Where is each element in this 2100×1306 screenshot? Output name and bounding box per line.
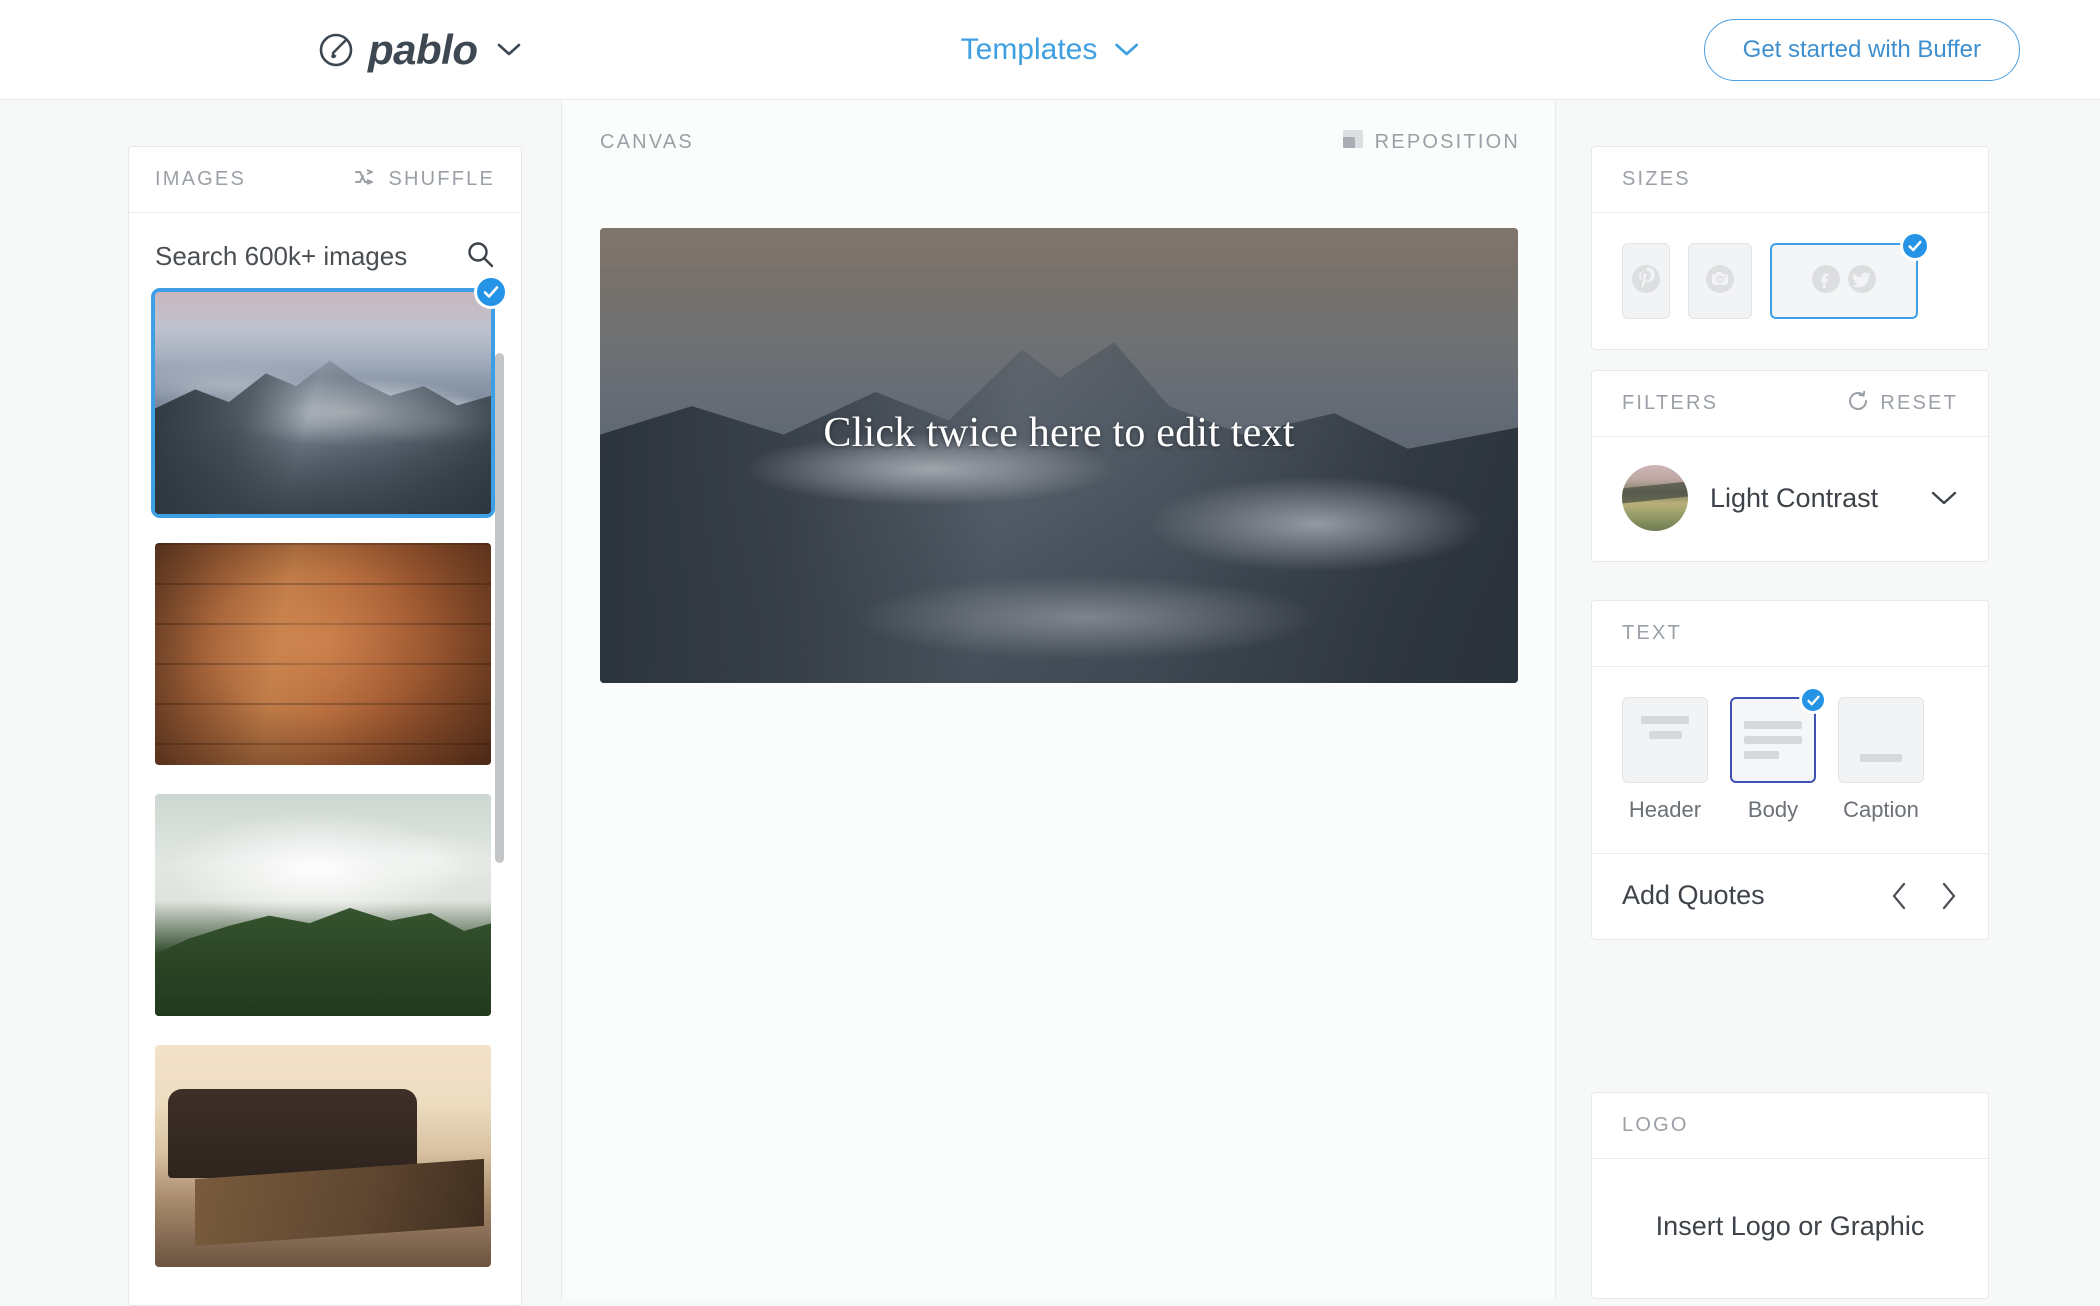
sizes-panel-body: [1592, 213, 1988, 349]
search-icon[interactable]: [465, 239, 495, 274]
preview-bar: [1744, 751, 1779, 759]
text-option-label: Body: [1747, 797, 1799, 822]
templates-chevron-down-icon: [1113, 42, 1139, 57]
shuffle-icon: [354, 167, 378, 193]
canvas-panel-header: CANVAS REPOSITION: [600, 122, 1520, 162]
sizes-panel: SIZES: [1591, 146, 1989, 350]
thumbnail-art: [155, 1045, 491, 1267]
reposition-icon: [1341, 127, 1365, 157]
size-options: [1622, 231, 1958, 319]
reset-circular-arrow-icon: [1846, 389, 1870, 419]
text-panel-body: Header Body Caption: [1592, 667, 1988, 853]
image-thumbnail-list: [129, 275, 521, 1267]
canvas-stage[interactable]: Click twice here to edit text: [600, 228, 1518, 683]
quotes-navigation: [1890, 881, 1958, 911]
filter-preview-thumbnail: [1622, 465, 1688, 531]
text-style-tile-caption[interactable]: [1838, 697, 1924, 783]
text-panel-title: TEXT: [1622, 622, 1682, 644]
pablo-circle-brush-icon: [318, 32, 354, 68]
logo-panel-header: LOGO: [1592, 1093, 1988, 1159]
images-panel: IMAGES SHUFFLE: [128, 146, 522, 1306]
preview-bar: [1641, 716, 1689, 724]
size-option-facebook-twitter[interactable]: [1770, 231, 1930, 319]
images-column: IMAGES SHUFFLE: [0, 100, 562, 1306]
add-quotes-label[interactable]: Add Quotes: [1622, 880, 1765, 911]
chevron-right-icon[interactable]: [1940, 881, 1958, 911]
workspace: IMAGES SHUFFLE Search 600k+ images CANVA…: [0, 100, 2100, 1306]
brand-logo[interactable]: pablo: [318, 26, 522, 74]
filter-name: Light Contrast: [1710, 482, 1879, 513]
text-option-label: Caption: [1843, 797, 1919, 822]
insert-logo-button[interactable]: Insert Logo or Graphic: [1656, 1211, 1925, 1241]
text-option-header: Header: [1622, 697, 1708, 823]
text-style-tile-body[interactable]: [1730, 686, 1827, 783]
sizes-panel-header: SIZES: [1592, 147, 1988, 213]
image-thumbnail-living-room-sofa-table[interactable]: [155, 1045, 491, 1267]
pinterest-icon: [1629, 262, 1663, 301]
chevron-left-icon[interactable]: [1890, 881, 1908, 911]
thumbnail-art: [155, 794, 491, 1016]
thumbnail-art: [155, 543, 491, 765]
preview-bar: [1860, 754, 1902, 762]
canvas-column: CANVAS REPOSITION Click twice here to ed…: [563, 100, 1556, 1300]
filters-panel-title: FILTERS: [1622, 392, 1719, 414]
size-option-instagram[interactable]: [1688, 243, 1752, 319]
selected-check-icon: [1900, 231, 1930, 261]
add-quotes-row: Add Quotes: [1592, 853, 1988, 939]
images-panel-header: IMAGES SHUFFLE: [129, 147, 521, 213]
filters-panel: FILTERS RESET Light Contrast: [1591, 370, 1989, 562]
images-scrollbar-track[interactable]: [495, 147, 513, 1305]
controls-column: SIZES FILTERS RESET Light Contrast TEXT …: [1557, 100, 2100, 1300]
get-started-with-buffer-button[interactable]: Get started with Buffer: [1703, 18, 2020, 81]
templates-label: Templates: [960, 32, 1098, 66]
filter-selector[interactable]: Light Contrast: [1622, 461, 1958, 531]
text-option-body: Body: [1730, 686, 1827, 823]
logo-panel-title: LOGO: [1622, 1114, 1689, 1136]
logo-panel: LOGO Insert Logo or Graphic: [1591, 1092, 1989, 1299]
filters-panel-body: Light Contrast: [1592, 437, 1988, 561]
preview-bar: [1648, 731, 1682, 739]
logo-panel-body: Insert Logo or Graphic: [1592, 1159, 1988, 1298]
images-panel-title: IMAGES: [155, 168, 246, 190]
selected-check-icon: [474, 275, 508, 309]
preview-bar: [1744, 736, 1802, 744]
search-input[interactable]: [155, 241, 445, 272]
reset-label: RESET: [1880, 392, 1958, 414]
brand-name: pablo: [368, 25, 478, 73]
image-thumbnail-snowy-mountain-sunset[interactable]: [151, 275, 508, 518]
filter-chevron-down-icon[interactable]: [1930, 490, 1958, 506]
preview-bar: [1744, 721, 1802, 729]
brand-chevron-down-icon[interactable]: [496, 42, 522, 57]
reposition-button[interactable]: REPOSITION: [1341, 127, 1520, 157]
app-header: pablo Templates Get started with Buffer: [0, 0, 2100, 100]
image-search-row: [129, 213, 521, 292]
instagram-icon: [1703, 262, 1737, 301]
images-scrollbar-thumb[interactable]: [495, 353, 504, 863]
sizes-panel-title: SIZES: [1622, 168, 1691, 190]
thumbnail-art: [155, 292, 491, 514]
text-option-caption: Caption: [1838, 697, 1924, 823]
shuffle-label: SHUFFLE: [388, 168, 495, 190]
text-style-options: Header Body Caption: [1622, 686, 1958, 823]
text-panel-header: TEXT: [1592, 601, 1988, 667]
canvas-editable-text[interactable]: Click twice here to edit text: [600, 409, 1518, 457]
text-option-label: Header: [1628, 797, 1702, 822]
selected-check-icon: [1799, 686, 1827, 714]
facebook-twitter-icon: [1806, 262, 1882, 301]
reset-filters-button[interactable]: RESET: [1846, 389, 1958, 419]
image-thumbnail-green-mountain-clouds[interactable]: [155, 794, 491, 1016]
shuffle-button[interactable]: SHUFFLE: [354, 167, 495, 193]
text-style-tile-header[interactable]: [1622, 697, 1708, 783]
canvas-panel-title: CANVAS: [600, 130, 694, 153]
filters-panel-header: FILTERS RESET: [1592, 371, 1988, 437]
text-panel: TEXT Header Body Caption Add Quotes: [1591, 600, 1989, 940]
size-option-pinterest[interactable]: [1622, 243, 1670, 319]
image-thumbnail-wooden-planks[interactable]: [155, 543, 491, 765]
reposition-label: REPOSITION: [1374, 130, 1520, 153]
templates-menu[interactable]: Templates: [961, 33, 1140, 67]
